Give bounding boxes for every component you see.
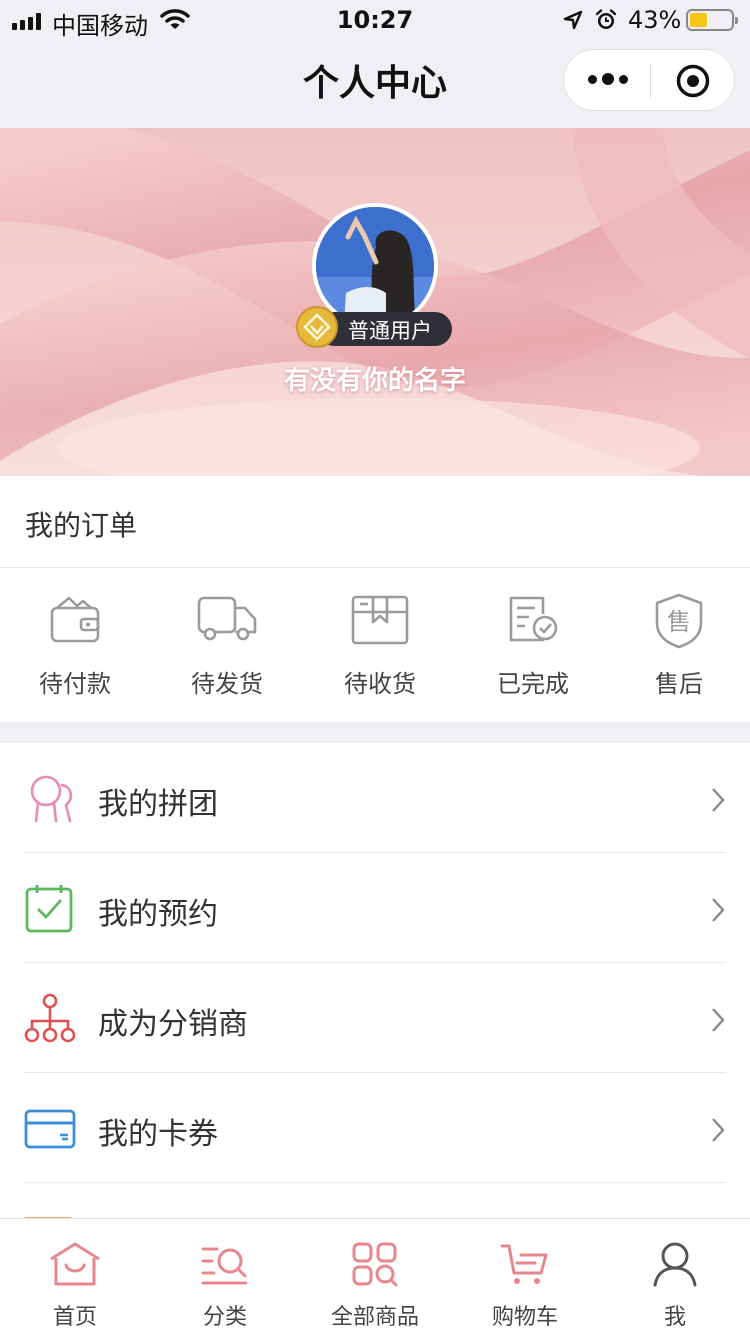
tab-home[interactable]: 首页 (0, 1219, 150, 1334)
tab-bar: 首页 分类 全部商品 购物车 我 (0, 1218, 750, 1334)
card-icon (24, 1109, 76, 1149)
order-item-label: 待发货 (191, 670, 263, 698)
chevron-right-icon (712, 1118, 725, 1142)
svg-text:售: 售 (667, 608, 691, 636)
tab-label: 购物车 (491, 1305, 558, 1330)
my-orders-header[interactable]: 我的订单 (0, 476, 750, 568)
chevron-right-icon (712, 788, 725, 812)
user-icon (653, 1242, 697, 1287)
after-sale-shield-icon: 售 (655, 593, 703, 649)
menu-item-coupons[interactable]: 我的卡券 (0, 1073, 750, 1183)
order-completed[interactable]: 已完成 (458, 568, 608, 722)
order-item-label: 已完成 (497, 670, 569, 698)
order-after-sale[interactable]: 售 售后 (604, 568, 750, 722)
battery-icon (686, 9, 738, 31)
chevron-right-icon (712, 898, 725, 922)
order-item-label: 售后 (655, 670, 703, 698)
order-status-row: 待付款 待发货 待收货 已完成 售 售后 (0, 568, 750, 722)
order-pending-payment[interactable]: 待付款 (0, 568, 150, 722)
mini-program-capsule (563, 49, 735, 111)
home-icon (50, 1242, 100, 1286)
cart-icon (500, 1244, 548, 1284)
member-level-label: 普通用户 (348, 319, 432, 343)
more-dots-icon[interactable] (588, 73, 628, 85)
order-pending-shipment[interactable]: 待发货 (152, 568, 302, 722)
nav-bar: 个人中心 (0, 40, 750, 128)
tab-label: 全部商品 (330, 1305, 419, 1330)
menu-list: 我的拼团 我的预约 成为分销商 我的卡券 (0, 743, 750, 1293)
close-target-icon[interactable] (676, 64, 710, 98)
vip-medal-icon (296, 306, 338, 348)
alarm-icon (595, 9, 617, 29)
tab-label: 首页 (52, 1305, 97, 1330)
menu-item-become-distributor[interactable]: 成为分销商 (0, 963, 750, 1073)
tab-category[interactable]: 分类 (150, 1219, 300, 1334)
tab-me[interactable]: 我 (600, 1219, 750, 1334)
battery-percent: 43% (628, 6, 682, 34)
menu-item-group-buy[interactable]: 我的拼团 (0, 743, 750, 853)
chevron-right-icon (712, 1008, 725, 1032)
distribution-tree-icon (24, 993, 76, 1043)
location-arrow-icon (563, 10, 583, 30)
order-pending-receipt[interactable]: 待收货 (305, 568, 455, 722)
completed-doc-icon (509, 596, 558, 642)
all-products-icon (352, 1242, 398, 1287)
menu-item-label: 成为分销商 (98, 1007, 248, 1042)
truck-icon (197, 596, 257, 641)
package-icon (351, 595, 409, 645)
wallet-icon (50, 596, 100, 643)
tab-label: 分类 (202, 1305, 247, 1330)
tab-label: 我 (663, 1305, 686, 1330)
menu-item-label: 我的预约 (98, 897, 218, 932)
menu-item-label: 我的拼团 (98, 787, 218, 822)
section-gap (0, 722, 750, 743)
battery-level-fill (690, 13, 707, 27)
calendar-check-icon (25, 885, 73, 933)
tab-all-products[interactable]: 全部商品 (300, 1219, 450, 1334)
tab-cart[interactable]: 购物车 (450, 1219, 600, 1334)
profile-banner: 普通用户 有没有你的名字 (0, 128, 750, 476)
category-search-icon (201, 1247, 248, 1285)
username: 有没有你的名字 (283, 366, 466, 396)
my-orders-title: 我的订单 (25, 509, 138, 542)
status-bar: 中国移动 10:27 43% (0, 0, 750, 40)
order-item-label: 待收货 (344, 670, 416, 698)
group-buy-icon (30, 775, 73, 823)
order-item-label: 待付款 (39, 670, 111, 698)
menu-item-label: 我的卡券 (98, 1117, 218, 1152)
menu-item-reservation[interactable]: 我的预约 (0, 853, 750, 963)
